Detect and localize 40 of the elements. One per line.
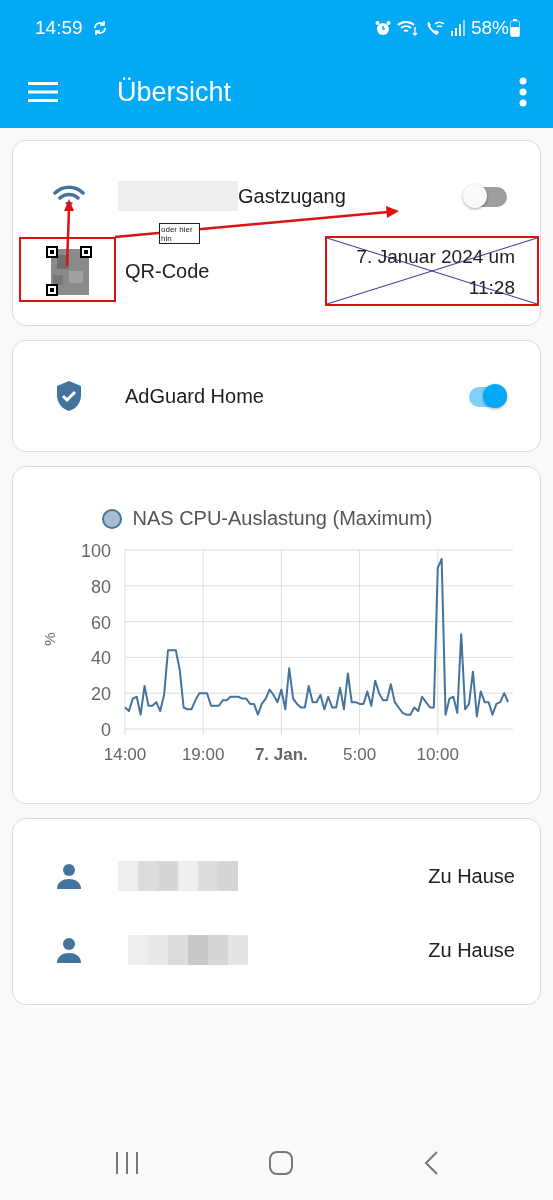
battery-percent: 58% (470, 17, 509, 39)
qr-code-icon[interactable] (43, 245, 95, 297)
axis-tick-label: 14:00 (103, 745, 147, 765)
axis-tick-label: 20 (90, 684, 111, 705)
axis-tick-label: 10:00 (416, 745, 459, 765)
axis-title: % (41, 632, 58, 646)
legend-dot[interactable] (102, 508, 123, 529)
entity-name: AdGuard Home (125, 384, 264, 408)
axis-tick-label: 80 (90, 576, 111, 597)
sync-icon (91, 20, 108, 36)
person-icon (56, 863, 82, 889)
legend-label[interactable]: NAS CPU-Auslastung (Maximum) (132, 507, 433, 530)
qr-code-label: QR-Code (125, 259, 210, 283)
annotation-arrow (64, 199, 74, 267)
axis-tick-label: 5:00 (343, 745, 377, 765)
page-title: Übersicht (117, 76, 233, 108)
recent-apps-icon[interactable] (114, 1150, 141, 1175)
home-icon[interactable] (268, 1149, 295, 1176)
axis-tick-label: 7. Jan. (254, 745, 308, 765)
axis-tick-label: 0 (101, 720, 111, 740)
status-time: 14:59 (35, 17, 83, 39)
annotation-note: oder hier hin (159, 223, 200, 244)
battery-icon (510, 19, 520, 37)
wifi-icon (53, 185, 85, 207)
axis-tick-label: 40 (90, 648, 111, 669)
signal-icon (450, 20, 465, 36)
shield-check-icon (55, 380, 83, 412)
axis-tick-label: 19:00 (181, 745, 225, 765)
person-state: Zu Hause (428, 864, 515, 888)
alarm-icon (374, 20, 391, 36)
back-icon[interactable] (422, 1149, 439, 1176)
entity-name: Gastzugang (238, 184, 346, 208)
axis-tick-label: 100 (80, 541, 111, 561)
person-icon (56, 937, 82, 963)
axis-tick-label: 60 (90, 612, 111, 633)
person-state: Zu Hause (428, 938, 515, 962)
more-options-icon[interactable] (519, 77, 527, 107)
menu-icon[interactable] (28, 81, 58, 103)
wifi-icon (396, 19, 419, 37)
toggle-switch[interactable] (463, 183, 507, 209)
